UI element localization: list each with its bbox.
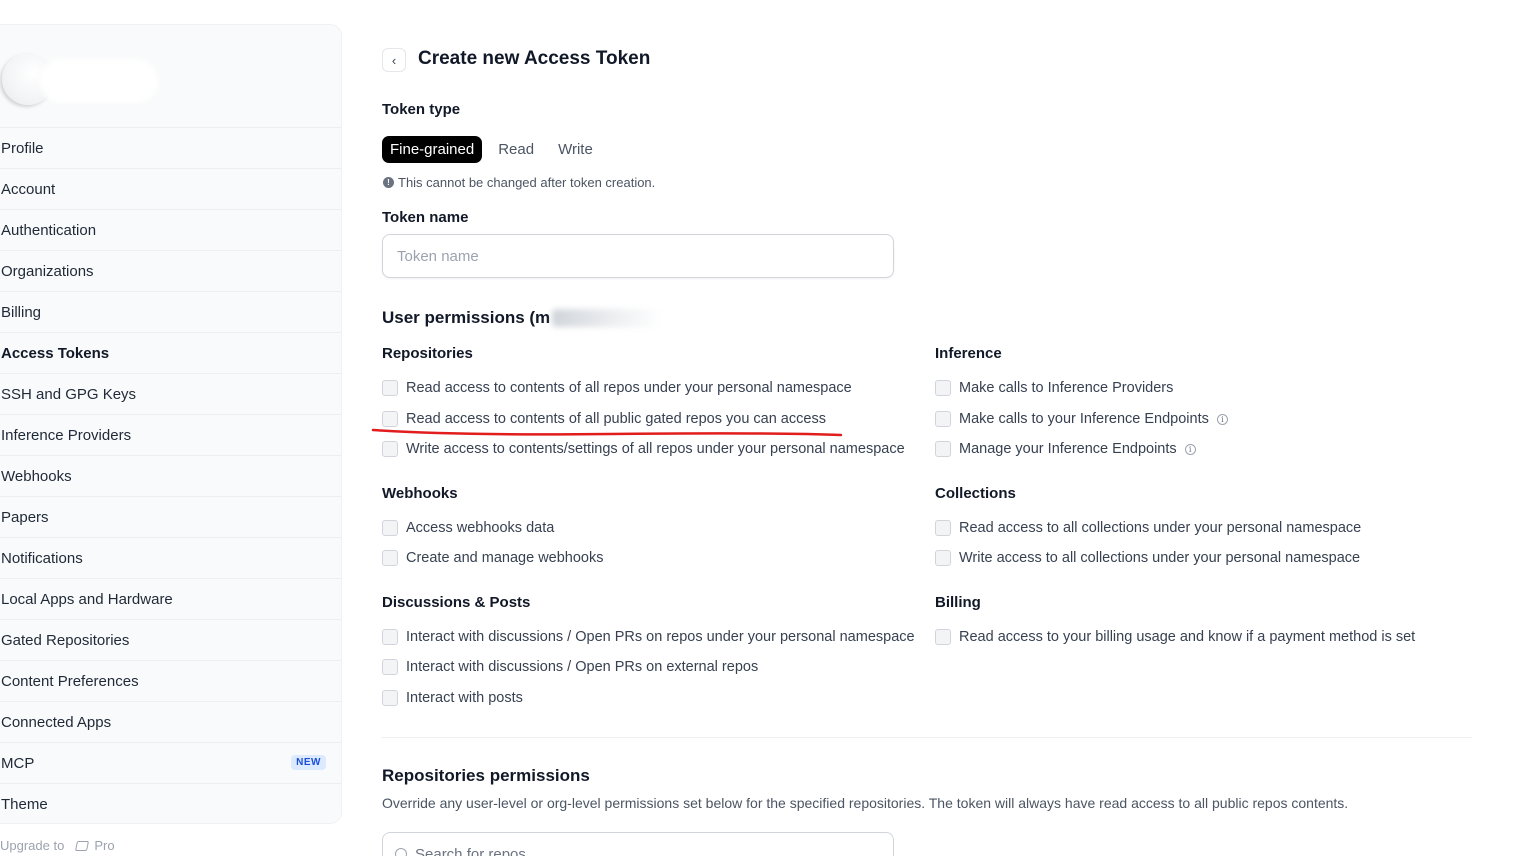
info-icon[interactable]: i	[1184, 443, 1196, 455]
perm-label: Read access to contents of all repos und…	[406, 380, 852, 396]
search-icon	[395, 848, 407, 856]
checkbox[interactable]	[382, 629, 398, 645]
sidebar-item-billing[interactable]: Billing	[0, 292, 341, 333]
perm-discussions-external[interactable]: Interact with discussions / Open PRs on …	[382, 659, 758, 675]
sidebar-item-theme[interactable]: Theme	[0, 784, 341, 825]
user-permissions-label: User permissions (m	[382, 308, 551, 327]
back-button[interactable]: ‹	[382, 48, 406, 72]
perm-label: Create and manage webhooks	[406, 550, 604, 566]
new-badge: NEW	[291, 755, 326, 770]
perm-label: Make calls to your Inference Endpoints	[959, 411, 1209, 427]
perm-billing-read[interactable]: Read access to your billing usage and kn…	[935, 629, 1415, 645]
perm-discussions-personal[interactable]: Interact with discussions / Open PRs on …	[382, 629, 915, 645]
sidebar-item-gated-repositories[interactable]: Gated Repositories	[0, 620, 341, 661]
sidebar-item-label: MCP	[1, 754, 35, 772]
perm-label: Write access to contents/settings of all…	[406, 441, 905, 457]
sidebar-item-papers[interactable]: Papers	[0, 497, 341, 538]
username-redacted	[552, 309, 663, 327]
info-icon[interactable]: i	[1216, 413, 1228, 425]
annotation-stroke	[371, 428, 843, 437]
billing-section-title: Billing	[935, 594, 981, 611]
repositories-section-title: Repositories	[382, 345, 473, 362]
webhooks-section-title: Webhooks	[382, 485, 458, 502]
settings-sidebar: Profile Account Authentication Organizat…	[0, 24, 342, 824]
sidebar-item-local-apps[interactable]: Local Apps and Hardware	[0, 579, 341, 620]
sidebar-item-content-preferences[interactable]: Content Preferences	[0, 661, 341, 702]
token-type-read[interactable]: Read	[490, 136, 542, 163]
sidebar-item-webhooks[interactable]: Webhooks	[0, 456, 341, 497]
sidebar-item-notifications[interactable]: Notifications	[0, 538, 341, 579]
repo-search-input[interactable]	[415, 845, 855, 856]
checkbox[interactable]	[935, 411, 951, 427]
perm-webhooks-read[interactable]: Access webhooks data	[382, 520, 554, 536]
sidebar-item-connected-apps[interactable]: Connected Apps	[0, 702, 341, 743]
token-name-label: Token name	[382, 209, 469, 226]
perm-inference-providers[interactable]: Make calls to Inference Providers	[935, 380, 1173, 396]
sidebar-item-profile[interactable]: Profile	[0, 128, 341, 169]
checkbox[interactable]	[935, 629, 951, 645]
note-text: This cannot be changed after token creat…	[398, 175, 656, 190]
upgrade-text: Upgrade to	[0, 838, 65, 853]
sidebar-item-authentication[interactable]: Authentication	[0, 210, 341, 251]
perm-repos-read-personal[interactable]: Read access to contents of all repos und…	[382, 380, 852, 396]
checkbox[interactable]	[382, 441, 398, 457]
perm-label: Make calls to Inference Providers	[959, 380, 1174, 396]
perm-posts[interactable]: Interact with posts	[382, 690, 523, 706]
user-permissions-title: User permissions (m	[382, 308, 663, 328]
collections-section-title: Collections	[935, 485, 1016, 502]
sidebar-item-mcp[interactable]: MCP NEW	[0, 743, 341, 784]
sidebar-item-access-tokens[interactable]: Access Tokens	[0, 333, 341, 374]
perm-inference-endpoints-call[interactable]: Make calls to your Inference Endpoints i	[935, 411, 1228, 427]
chevron-left-icon: ‹	[391, 52, 397, 68]
repo-search-field[interactable]	[382, 832, 894, 856]
upgrade-plan: Pro	[94, 838, 115, 853]
token-name-input[interactable]	[382, 234, 894, 278]
checkbox[interactable]	[382, 690, 398, 706]
username-redacted	[40, 59, 158, 103]
sidebar-item-organizations[interactable]: Organizations	[0, 251, 341, 292]
perm-label: Interact with discussions / Open PRs on …	[406, 629, 915, 645]
checkbox[interactable]	[935, 520, 951, 536]
sidebar-item-ssh-gpg-keys[interactable]: SSH and GPG Keys	[0, 374, 341, 415]
perm-webhooks-manage[interactable]: Create and manage webhooks	[382, 550, 604, 566]
token-type-selector: Fine-grained Read Write	[382, 136, 609, 163]
perm-label: Access webhooks data	[406, 520, 555, 536]
perm-label: Write access to all collections under yo…	[959, 550, 1361, 566]
checkbox[interactable]	[382, 380, 398, 396]
token-type-write[interactable]: Write	[550, 136, 601, 163]
sidebar-item-inference-providers[interactable]: Inference Providers	[0, 415, 341, 456]
token-type-label: Token type	[382, 101, 461, 118]
checkbox[interactable]	[935, 550, 951, 566]
checkbox[interactable]	[935, 441, 951, 457]
repo-permissions-description: Override any user-level or org-level per…	[382, 795, 1349, 811]
perm-label: Manage your Inference Endpoints	[959, 441, 1177, 457]
token-type-note: ! This cannot be changed after token cre…	[383, 175, 655, 190]
perm-label: Interact with posts	[406, 690, 523, 706]
checkbox[interactable]	[935, 380, 951, 396]
section-divider	[382, 737, 1472, 738]
info-icon: !	[383, 177, 394, 188]
perm-label: Interact with discussions / Open PRs on …	[406, 659, 759, 675]
token-type-fine-grained[interactable]: Fine-grained	[382, 136, 483, 163]
page-title: Create new Access Token	[418, 48, 651, 69]
checkbox[interactable]	[382, 550, 398, 566]
inference-section-title: Inference	[935, 345, 1002, 362]
user-header	[0, 25, 341, 128]
perm-collections-read[interactable]: Read access to all collections under you…	[935, 520, 1361, 536]
pro-icon	[75, 840, 90, 851]
perm-repos-write-personal[interactable]: Write access to contents/settings of all…	[382, 441, 905, 457]
sidebar-item-account[interactable]: Account	[0, 169, 341, 210]
discussions-section-title: Discussions & Posts	[382, 594, 531, 611]
upgrade-link[interactable]: Upgrade to Pro	[0, 838, 115, 853]
perm-collections-write[interactable]: Write access to all collections under yo…	[935, 550, 1360, 566]
perm-label: Read access to all collections under you…	[959, 520, 1362, 536]
red-underline-annotation	[371, 428, 843, 437]
checkbox[interactable]	[382, 659, 398, 675]
checkbox[interactable]	[382, 520, 398, 536]
repo-permissions-title: Repositories permissions	[382, 766, 590, 785]
perm-inference-endpoints-manage[interactable]: Manage your Inference Endpoints i	[935, 441, 1196, 457]
perm-label: Read access to your billing usage and kn…	[959, 629, 1416, 645]
